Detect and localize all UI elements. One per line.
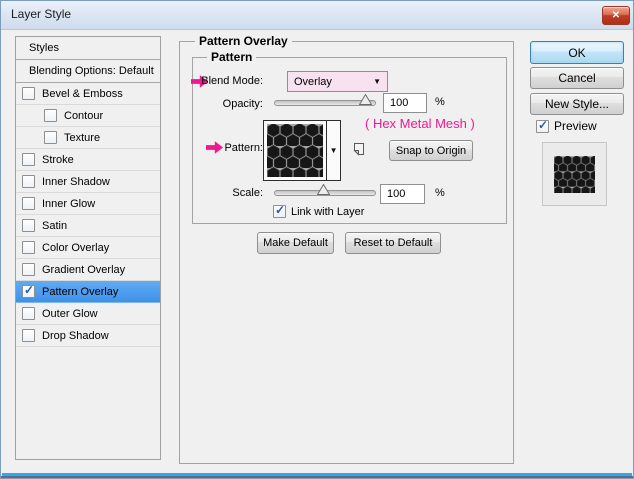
- sidebar-item-label: Inner Glow: [42, 197, 96, 210]
- pattern-picker[interactable]: ▼: [263, 120, 341, 181]
- blend-mode-value: Overlay: [294, 75, 332, 88]
- sidebar-item-label: Satin: [42, 219, 68, 232]
- new-pattern-preset-button[interactable]: [351, 141, 366, 157]
- checkbox-icon[interactable]: [22, 241, 35, 254]
- blend-mode-select[interactable]: Overlay ▼: [287, 71, 388, 92]
- close-icon: ✕: [611, 10, 621, 21]
- sidebar-item-color-overlay[interactable]: Color Overlay: [16, 237, 160, 259]
- sidebar-item-label: Outer Glow: [42, 307, 98, 320]
- link-with-layer-label: Link with Layer: [291, 205, 365, 218]
- sidebar-item-pattern-overlay[interactable]: Pattern Overlay: [16, 281, 160, 303]
- checkbox-icon[interactable]: [22, 329, 35, 342]
- checkbox-icon[interactable]: [22, 307, 35, 320]
- pattern-dropdown-arrow-icon: ▼: [329, 146, 338, 155]
- sidebar-item-texture[interactable]: Texture: [16, 127, 160, 149]
- subgroup-title: Pattern: [207, 50, 257, 64]
- sidebar-item-label: Bevel & Emboss: [42, 87, 123, 100]
- pattern-overlay-group: Pattern Overlay Pattern Blend Mode: Over…: [179, 34, 514, 464]
- opacity-label: Opacity:: [222, 98, 263, 110]
- sidebar-item-label: Color Overlay: [42, 241, 110, 254]
- checkbox-icon[interactable]: [44, 131, 57, 144]
- pattern-picker-arrow[interactable]: ▼: [326, 121, 340, 180]
- pattern-annotation: ( Hex Metal Mesh ): [365, 116, 475, 131]
- checkbox-icon[interactable]: [22, 153, 35, 166]
- title-bar[interactable]: Layer Style ✕: [1, 1, 633, 30]
- sidebar-item-contour[interactable]: Contour: [16, 105, 160, 127]
- reset-to-default-button[interactable]: Reset to Default: [345, 232, 441, 254]
- styles-sidebar: Styles Blending Options: Default Bevel & E…: [15, 36, 161, 460]
- sidebar-item-label: Blending Options: Default: [29, 65, 154, 77]
- ok-button[interactable]: OK: [530, 41, 624, 64]
- cancel-button[interactable]: Cancel: [530, 67, 624, 89]
- scale-slider-thumb[interactable]: [317, 184, 330, 195]
- sidebar-item-outer-glow[interactable]: Outer Glow: [16, 303, 160, 325]
- scale-label: Scale:: [232, 187, 263, 199]
- layer-style-dialog: Layer Style ✕ Styles Blending Options: De…: [0, 0, 634, 479]
- pattern-subgroup: Pattern Blend Mode: Overlay ▼ Opacity: %…: [191, 50, 507, 224]
- window-title: Layer Style: [11, 7, 72, 21]
- scale-unit-label: %: [435, 187, 445, 199]
- opacity-slider-thumb[interactable]: [359, 94, 372, 105]
- sidebar-item-label: Stroke: [42, 153, 74, 166]
- sidebar-item-label: Gradient Overlay: [42, 263, 126, 276]
- sidebar-item-drop-shadow[interactable]: Drop Shadow: [16, 325, 160, 347]
- sidebar-item-label: Contour: [64, 109, 104, 122]
- sidebar-item-satin[interactable]: Satin: [16, 215, 160, 237]
- checkbox-icon[interactable]: [22, 175, 35, 188]
- sidebar-item-label: Drop Shadow: [42, 329, 109, 342]
- opacity-value-input[interactable]: [383, 93, 427, 113]
- dropdown-arrow-icon: ▼: [373, 77, 381, 86]
- sidebar-item-styles[interactable]: Styles: [16, 37, 160, 60]
- sidebar-item-blending-options-default[interactable]: Blending Options: Default: [16, 60, 160, 83]
- sidebar-item-label: Styles: [29, 42, 59, 54]
- make-default-button[interactable]: Make Default: [257, 232, 334, 254]
- preview-checkbox[interactable]: [536, 118, 549, 133]
- preview-pattern-swatch: [554, 155, 595, 193]
- sidebar-item-bevel-emboss[interactable]: Bevel & Emboss: [16, 83, 160, 105]
- group-title: Pattern Overlay: [195, 34, 292, 48]
- opacity-unit-label: %: [435, 96, 445, 108]
- preview-label: Preview: [554, 119, 597, 133]
- sidebar-item-gradient-overlay[interactable]: Gradient Overlay: [16, 259, 160, 281]
- sidebar-item-label: Texture: [64, 131, 101, 144]
- window-bottom-edge: [1, 476, 633, 478]
- blend-mode-label: Blend Mode:: [201, 75, 263, 87]
- pattern-label: Pattern:: [224, 142, 263, 154]
- snap-to-origin-button[interactable]: Snap to Origin: [389, 140, 473, 161]
- sidebar-item-inner-glow[interactable]: Inner Glow: [16, 193, 160, 215]
- link-with-layer-checkbox[interactable]: [273, 203, 286, 218]
- sidebar-item-stroke[interactable]: Stroke: [16, 149, 160, 171]
- checkbox-icon[interactable]: [22, 263, 35, 276]
- checkbox-icon[interactable]: [22, 283, 35, 298]
- close-button[interactable]: ✕: [602, 6, 630, 25]
- checkbox-icon[interactable]: [22, 219, 35, 232]
- sidebar-item-label: Inner Shadow: [42, 175, 110, 188]
- checkbox-icon[interactable]: [22, 197, 35, 210]
- checkbox-icon[interactable]: [22, 87, 35, 100]
- checkbox-icon[interactable]: [44, 109, 57, 122]
- sidebar-item-inner-shadow[interactable]: Inner Shadow: [16, 171, 160, 193]
- scale-value-input[interactable]: [380, 184, 425, 204]
- sidebar-item-label: Pattern Overlay: [42, 285, 119, 298]
- pattern-swatch[interactable]: [267, 124, 324, 177]
- new-style-button[interactable]: New Style...: [530, 93, 624, 115]
- style-preview-thumbnail: [542, 142, 607, 206]
